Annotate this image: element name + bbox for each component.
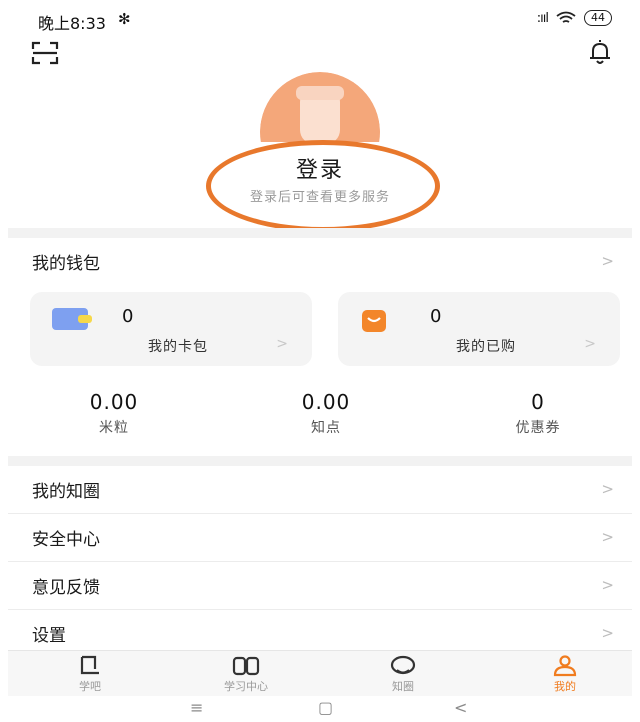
tab-mine[interactable]: 我的	[520, 655, 610, 694]
chevron-right-icon: >	[584, 336, 596, 352]
tab-label: 我的	[554, 680, 576, 693]
mili-value: 0.00	[89, 390, 139, 414]
battery-indicator: 44	[584, 10, 612, 26]
mili-stat[interactable]: 0.00 米粒	[44, 390, 184, 437]
status-indicators: :ııl 44	[537, 10, 612, 26]
card-wallet-icon	[52, 308, 92, 330]
system-nav-bar: ≡ ▢ <	[0, 696, 640, 722]
wallet-row[interactable]: 我的钱包 >	[8, 238, 632, 284]
chevron-right-icon: >	[601, 624, 614, 642]
book-icon	[232, 656, 260, 676]
avatar[interactable]	[260, 72, 380, 142]
section-divider	[8, 456, 632, 466]
zhidian-value: 0.00	[301, 390, 351, 414]
chevron-right-icon: >	[601, 576, 614, 594]
coupon-stat[interactable]: 0 优惠券	[468, 390, 608, 437]
menu-item-label: 我的知圈	[32, 481, 100, 502]
avatar-placeholder-icon	[260, 72, 380, 142]
wallet-title: 我的钱包	[32, 253, 100, 274]
signal-icon: :ııl	[536, 10, 549, 26]
highlight-annotation	[206, 140, 440, 232]
menu-item-security[interactable]: 安全中心 >	[8, 514, 632, 560]
purchased-label: 我的已购	[456, 339, 516, 355]
status-bar: 晚上8:33 ✻ :ııl 44	[0, 0, 640, 38]
scan-icon[interactable]	[30, 40, 60, 66]
card-wallet-count: 0	[122, 306, 134, 327]
tab-xueba[interactable]: 学吧	[45, 655, 135, 694]
bluetooth-icon: ✻	[118, 10, 131, 28]
purchased-count: 0	[430, 306, 442, 327]
menu-item-label: 设置	[32, 625, 66, 646]
menu-item-label: 意见反馈	[32, 577, 100, 598]
wifi-icon	[556, 11, 576, 23]
card-wallet-label: 我的卡包	[148, 339, 208, 355]
chat-bubble-icon	[390, 655, 416, 675]
zhidian-stat[interactable]: 0.00 知点	[256, 390, 396, 437]
status-time: 晚上8:33	[38, 14, 106, 33]
tab-learning-center[interactable]: 学习中心	[201, 655, 291, 694]
chevron-right-icon: >	[601, 480, 614, 498]
menu-item-circle[interactable]: 我的知圈 >	[8, 466, 632, 512]
tab-label: 学习中心	[224, 680, 268, 693]
tab-zhiquan[interactable]: 知圈	[358, 655, 448, 694]
home-icon[interactable]: ▢	[318, 698, 333, 717]
coupon-value: 0	[531, 390, 545, 414]
coupon-label: 优惠券	[515, 420, 561, 436]
purchased-card[interactable]: 0 我的已购 >	[338, 292, 620, 366]
card-wallet-card[interactable]: 0 我的卡包 >	[30, 292, 312, 366]
menu-item-label: 安全中心	[32, 529, 100, 550]
back-icon[interactable]: <	[454, 698, 467, 717]
tab-label: 知圈	[392, 680, 414, 693]
bookmark-tab-icon	[80, 655, 99, 675]
person-icon	[553, 655, 577, 677]
chevron-right-icon: >	[601, 528, 614, 546]
chevron-right-icon: >	[601, 252, 614, 270]
menu-icon[interactable]: ≡	[190, 698, 203, 717]
section-divider	[8, 228, 632, 238]
chevron-right-icon: >	[276, 336, 288, 352]
tab-label: 学吧	[79, 680, 101, 693]
bell-icon[interactable]	[586, 37, 614, 67]
zhidian-label: 知点	[311, 420, 341, 436]
shopping-bag-icon	[362, 310, 386, 332]
menu-item-feedback[interactable]: 意见反馈 >	[8, 562, 632, 608]
bottom-tab-bar: 学吧 学习中心 知圈 我的	[8, 650, 632, 696]
mili-label: 米粒	[99, 420, 129, 436]
